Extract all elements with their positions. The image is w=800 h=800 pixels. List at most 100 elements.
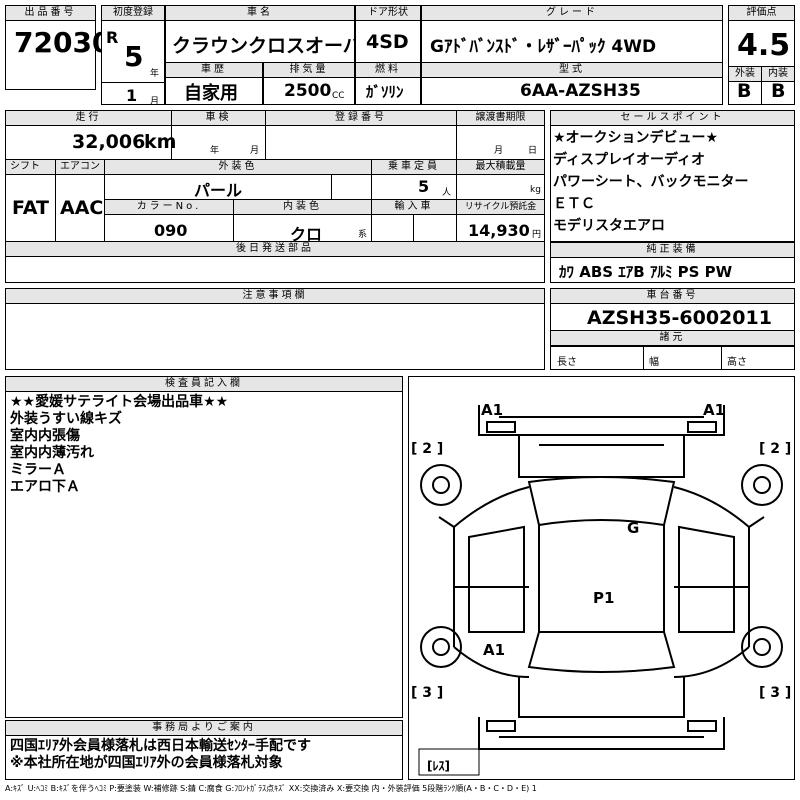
office-line: ※本社所在地が四国ｴﾘｱ外の会員様落札対象 [10, 755, 283, 771]
tire-rear-right: [ 3 ] [759, 685, 792, 701]
chassis-number: AZSH35-6002011 [587, 307, 772, 329]
sales-point-item: ★オークションデビュー★ [553, 130, 719, 146]
damage-mark-roof: G [627, 519, 640, 537]
ext-color: パール [194, 181, 243, 200]
reg-month-unit: 月 [150, 97, 160, 107]
car-name-box: 車名 クラウンクロスオーバー [165, 5, 381, 63]
score-value: 4.5 [737, 28, 791, 63]
car-name: クラウンクロスオーバー [172, 35, 381, 57]
sales-point-item: モデリスタエアロ [553, 218, 665, 234]
width-label: 幅 [649, 357, 659, 368]
model-label: 型式 [422, 63, 722, 78]
reg-year: 5 [124, 40, 144, 73]
score-label: 評価点 [729, 6, 794, 21]
damage-mark-rear-left: A1 [483, 641, 506, 659]
length-label: 長さ [557, 357, 577, 368]
reg-month: 1 [126, 86, 138, 105]
damage-mark-front-right: A1 [703, 401, 726, 419]
notes-box: 注意事項欄 [5, 288, 545, 370]
lot-number: 72030 [14, 26, 112, 59]
grade-box: グレード Gｱﾄﾞﾊﾞﾝｽﾄﾞ・ﾚｻﾞｰﾊﾟｯｸ 4WD [421, 5, 723, 63]
reg-year-unit: 年 [150, 69, 160, 79]
mileage: 32,006 [72, 131, 146, 153]
inspector-label: 検査員記入欄 [6, 377, 402, 392]
height-label: 高さ [727, 357, 747, 368]
inspector-line: 室内内薄汚れ [10, 445, 94, 461]
sales-point-item: パワーシート、バックモニター [553, 174, 749, 190]
inspector-line: 外装うすい線キズ [10, 411, 122, 427]
shift-label: シフト [6, 160, 55, 175]
tire-front-left: [ 2 ] [411, 441, 444, 457]
recycle-unit: 円 [532, 230, 542, 240]
history-box: 車歴 自家用 [165, 62, 263, 105]
notes-label: 注意事項欄 [6, 289, 544, 304]
max-load-unit: kg [530, 185, 541, 195]
grade: Gｱﾄﾞﾊﾞﾝｽﾄﾞ・ﾚｻﾞｰﾊﾟｯｸ 4WD [430, 37, 657, 57]
model-box: 型式 6AA-AZSH35 [421, 62, 723, 105]
inspector-line: ミラーＡ [10, 462, 66, 478]
displacement-unit: CC [332, 91, 345, 101]
equipment-items: ｶﾜ ABS ｴｱB ｱﾙﾐ PS PW [559, 263, 733, 281]
ac: AAC [60, 197, 104, 219]
int-color-label: 内装色 [234, 200, 371, 215]
sales-point-item: ディスプレイオーディオ [553, 152, 706, 168]
displacement-label: 排気量 [264, 63, 354, 78]
displacement: 2500 [284, 81, 332, 101]
int-color-unit: 系 [358, 230, 368, 240]
details-box: 走行 車検 登録番号 譲渡書期限 32,006 km 年 月 月 日 シフト エ… [5, 110, 545, 283]
first-reg-label: 初度登録 [102, 6, 164, 21]
color-no: 090 [154, 221, 188, 240]
chassis-box: 車台番号 AZSH35-6002011 諸元 長さ 幅 高さ [550, 288, 795, 370]
model: 6AA-AZSH35 [520, 81, 641, 101]
capacity-unit: 人 [442, 188, 452, 198]
damage-mark-cabin: P1 [593, 589, 615, 607]
door-box: ドア形状 4SD [355, 5, 421, 63]
mileage-unit: km [144, 131, 177, 153]
spare-tire: [ﾚｽ] [427, 759, 450, 773]
sales-point-item: ＥＴＣ [553, 196, 595, 212]
damage-mark-front-left: A1 [481, 401, 504, 419]
sales-points-box: セールスポイント ★オークションデビュー★ ディスプレイオーディオ パワーシート… [550, 110, 795, 242]
history: 自家用 [184, 83, 238, 104]
lot-label: 出品番号 [6, 6, 95, 21]
import-label: 輸入車 [372, 200, 456, 215]
recycle: 14,930 [468, 221, 530, 240]
car-name-label: 車名 [166, 6, 354, 21]
mileage-label: 走行 [6, 111, 171, 126]
tire-front-right: [ 2 ] [759, 441, 792, 457]
era: R [106, 28, 119, 47]
interior-grade: B [771, 80, 786, 102]
transfer-month-unit: 月 [494, 146, 504, 156]
inspector-line: 室内内張傷 [10, 428, 80, 444]
car-diagram-box: A1 A1 G P1 A1 [ 2 ] [ 2 ] [ 3 ] [ 3 ] [ﾚ… [408, 376, 795, 780]
max-load-label: 最大積載量 [457, 160, 544, 175]
history-label: 車歴 [166, 63, 262, 78]
capacity: 5 [418, 177, 430, 196]
equipment-label: 純正装備 [551, 243, 794, 258]
sales-points-label: セールスポイント [551, 111, 794, 126]
color-no-label: カラーNo. [105, 200, 233, 215]
fuel-label: 燃料 [356, 63, 420, 78]
ext-color-label: 外装色 [105, 160, 371, 175]
legend: A:ｷｽﾞ U:ﾍｺﾐ B:ｷｽﾞを伴うﾍｺﾐ P:要塗装 W:補修跡 S:錆 … [5, 784, 537, 793]
tire-rear-left: [ 3 ] [411, 685, 444, 701]
first-reg-box: 初度登録 R 5 年 1 月 [101, 5, 165, 107]
chassis-label: 車台番号 [551, 289, 794, 304]
ac-label: エアコン [56, 160, 104, 175]
equipment-box: 純正装備 ｶﾜ ABS ｴｱB ｱﾙﾐ PS PW [550, 242, 795, 283]
insp-year-unit: 年 [210, 146, 220, 156]
reg-number-label: 登録番号 [266, 111, 456, 126]
office-line: 四国ｴﾘｱ外会員様落札は西日本輸送ｾﾝﾀｰ手配です [10, 738, 311, 754]
inspector-line: ★★愛媛サテライト会場出品車★★ [10, 394, 229, 410]
capacity-label: 乗車定員 [372, 160, 456, 175]
fuel: ｶﾞｿﾘﾝ [366, 83, 404, 101]
transfer-day-unit: 日 [528, 146, 538, 156]
car-diagram [418, 405, 783, 776]
later-parts-label: 後日発送部品 [6, 242, 544, 257]
fuel-box: 燃料 ｶﾞｿﾘﾝ [355, 62, 421, 105]
recycle-label: リサイクル預託金 [457, 200, 544, 215]
score-box: 評価点 4.5 外装 内装 B B [728, 5, 795, 105]
lot-box: 出品番号 72030 [5, 5, 111, 90]
inspector-box: 検査員記入欄 ★★愛媛サテライト会場出品車★★ 外装うすい線キズ 室内内張傷 室… [5, 376, 403, 718]
insp-month-unit: 月 [250, 146, 260, 156]
